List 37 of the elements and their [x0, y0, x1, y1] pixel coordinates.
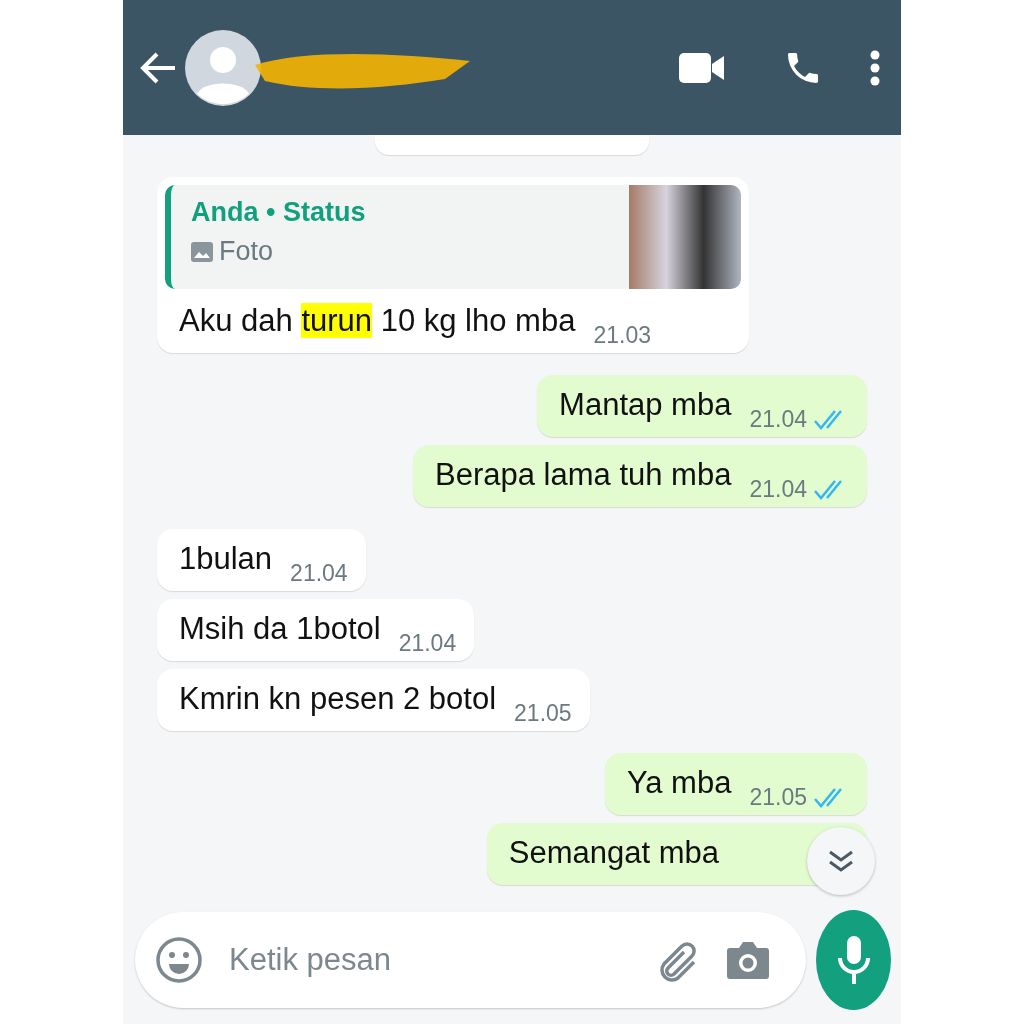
incoming-message-bubble[interactable]: Anda • Status Foto Aku dah turun 10 kg lho mba 21.03: [157, 177, 749, 353]
message-text: Berapa lama tuh mba: [435, 456, 732, 494]
avatar-icon[interactable]: [185, 29, 261, 106]
message-text: Aku dah turun 10 kg lho mba: [179, 302, 576, 340]
composer-bar[interactable]: Ketik pesan: [135, 912, 806, 1008]
message-text: Msih da 1botol: [179, 610, 381, 648]
message-text: Ya mba: [626, 764, 732, 802]
message-text: Kmrin kn pesen 2 botol: [179, 680, 497, 718]
outgoing-message-bubble[interactable]: Berapa lama tuh mba 21.04: [413, 445, 867, 507]
message-text: Semangat mba: [508, 834, 719, 872]
scroll-down-button[interactable]: [807, 827, 875, 895]
double-chevron-down-icon: [828, 850, 854, 872]
message-time: 21.03: [593, 322, 651, 349]
incoming-message-bubble[interactable]: Msih da 1botol 21.04: [157, 599, 475, 661]
message-time: 21.05: [514, 700, 572, 727]
video-camera-icon[interactable]: [679, 52, 725, 83]
quote-author: Anda • Status: [191, 197, 367, 228]
incoming-message-bubble[interactable]: Kmrin kn pesen 2 botol 21.05: [157, 669, 590, 731]
camera-icon[interactable]: [726, 940, 770, 980]
media-label: Foto: [219, 236, 274, 267]
more-options-icon[interactable]: [869, 49, 881, 86]
message-time: 21.05: [749, 784, 807, 811]
message-text: 1bulan: [179, 540, 273, 578]
microphone-icon: [836, 934, 871, 986]
emoji-icon[interactable]: [155, 936, 203, 984]
message-input-field[interactable]: Ketik pesan: [227, 941, 630, 979]
outgoing-message-bubble[interactable]: Mantap mba 21.04: [537, 375, 867, 437]
back-arrow-icon[interactable]: [139, 50, 177, 85]
message-text: Mantap mba: [559, 386, 732, 424]
image-icon: [191, 241, 213, 262]
message-time: 21.04: [290, 560, 348, 587]
message-time: 21.04: [749, 406, 807, 433]
quoted-status[interactable]: Anda • Status Foto: [165, 185, 741, 289]
outgoing-message-bubble[interactable]: Ya mba 21.05: [604, 753, 867, 815]
message-time: 21.04: [749, 476, 807, 503]
message-time: 21.04: [398, 630, 457, 657]
incoming-message-bubble[interactable]: 1bulan 21.04: [157, 529, 366, 591]
